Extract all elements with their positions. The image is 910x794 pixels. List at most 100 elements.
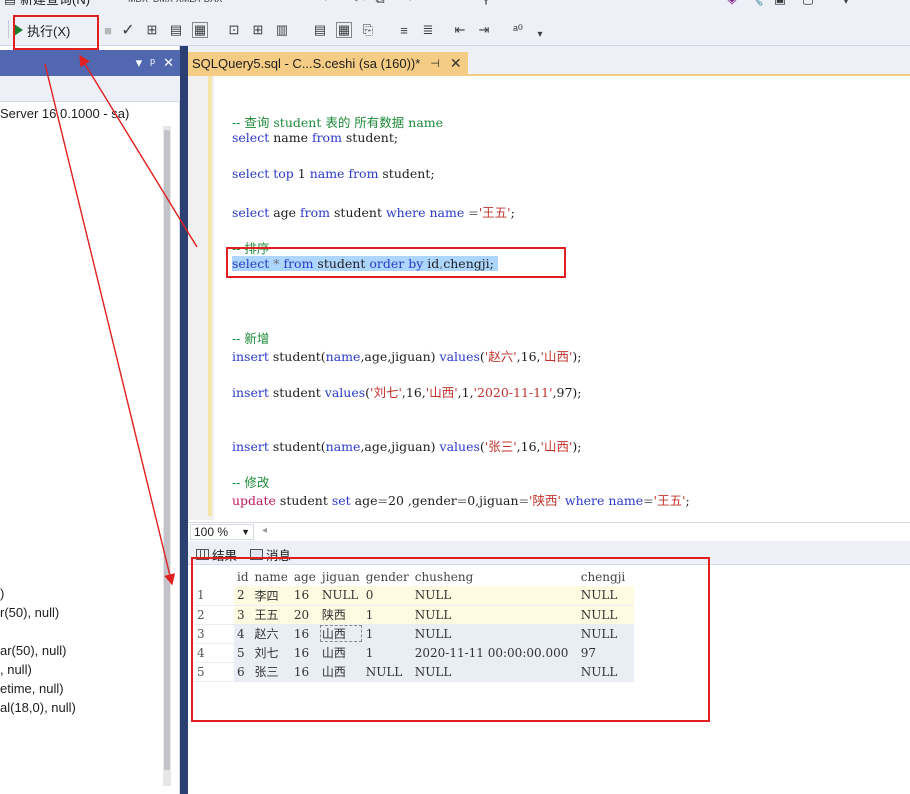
outdent-icon[interactable]: ⇤ bbox=[452, 22, 468, 38]
cut-icon[interactable]: ✂ bbox=[352, 0, 368, 7]
row-number[interactable]: 2 bbox=[194, 605, 234, 625]
code-line-selected[interactable]: select * from student order by id,chengj… bbox=[232, 256, 498, 271]
query-options-icon[interactable]: ▦ bbox=[192, 22, 208, 38]
cell-id[interactable]: 6 bbox=[234, 662, 252, 682]
cell-chusheng[interactable]: 2020-11-11 00:00:00.000 bbox=[411, 643, 578, 663]
pin-icon[interactable]: ᵖ bbox=[150, 55, 155, 71]
cell-age[interactable]: 16 bbox=[290, 662, 319, 682]
xmla-query-icon[interactable]: XMLA bbox=[176, 0, 201, 7]
cell-id[interactable]: 4 bbox=[234, 624, 252, 644]
check-icon[interactable]: ✓ bbox=[120, 22, 136, 39]
cell-gender[interactable]: 1 bbox=[362, 605, 412, 625]
row-number[interactable]: 3 bbox=[194, 624, 234, 644]
find-icon[interactable]: ⚲ bbox=[478, 0, 494, 7]
cell-id[interactable]: 5 bbox=[234, 643, 252, 663]
cell-jiguan[interactable]: 山西 bbox=[318, 662, 363, 682]
chevron-down-icon[interactable]: ▾ bbox=[136, 55, 143, 71]
cell-gender[interactable]: 1 bbox=[362, 643, 412, 663]
cell-chusheng[interactable]: NULL bbox=[411, 605, 578, 625]
parse-icon[interactable]: ⊞ bbox=[144, 22, 160, 38]
new-query-icon[interactable]: ▤ bbox=[2, 0, 18, 7]
comment-icon[interactable]: ≡ bbox=[396, 22, 412, 38]
pane-splitter[interactable] bbox=[180, 46, 188, 794]
intellisense-icon[interactable]: ⊡ bbox=[226, 22, 242, 38]
cell-chusheng[interactable]: NULL bbox=[411, 662, 578, 682]
code-line[interactable]: -- 查询 student 表的 所有数据 name bbox=[232, 112, 443, 131]
cell-name[interactable]: 赵六 bbox=[251, 624, 291, 644]
table-row[interactable]: 3 4 赵六 16 山西 1 NULL NULL bbox=[194, 624, 634, 644]
wrench-icon[interactable]: 🔧 bbox=[748, 0, 764, 7]
cell-gender[interactable]: 1 bbox=[362, 624, 412, 644]
toolbox-icon[interactable]: ▣ bbox=[772, 0, 788, 7]
row-number[interactable]: 5 bbox=[194, 662, 234, 682]
code-line[interactable]: update student set age=20 ,gender=0,jigu… bbox=[232, 490, 690, 509]
row-number[interactable]: 1 bbox=[194, 586, 234, 606]
table-row[interactable]: 2 3 王五 20 陕西 1 NULL NULL bbox=[194, 605, 634, 625]
include-plan-icon[interactable]: ⊞ bbox=[250, 22, 266, 38]
code-line[interactable]: -- 修改 bbox=[232, 472, 269, 491]
row-number[interactable]: 4 bbox=[194, 643, 234, 663]
row-number-header[interactable] bbox=[194, 567, 234, 586]
column-node[interactable]: r(50), null) bbox=[0, 605, 59, 620]
column-node[interactable]: ar(50), null) bbox=[0, 643, 66, 658]
results-to-text-icon[interactable]: ▤ bbox=[312, 22, 328, 38]
undo-icon[interactable]: ↶ bbox=[320, 0, 336, 7]
explorer-scrollbar[interactable] bbox=[163, 126, 171, 786]
mdx-query-icon[interactable]: MDX bbox=[128, 0, 148, 7]
cell-chengji[interactable]: 97 bbox=[577, 643, 634, 663]
results-to-file-icon[interactable]: ⎘ bbox=[360, 22, 376, 38]
table-row[interactable]: 4 5 刘七 16 山西 1 2020-11-11 00:00:00.000 9… bbox=[194, 643, 634, 663]
cell-chengji[interactable]: NULL bbox=[577, 624, 634, 644]
column-header[interactable]: name bbox=[251, 567, 291, 586]
column-node[interactable]: ) bbox=[0, 586, 4, 601]
code-line[interactable]: insert student(name,age,jiguan) values('… bbox=[232, 436, 581, 455]
table-row[interactable]: 1 2 李四 16 NULL 0 NULL NULL bbox=[194, 586, 634, 606]
scroll-left-icon[interactable]: ◂ bbox=[262, 525, 267, 536]
cell-jiguan[interactable]: 山西 bbox=[318, 624, 363, 644]
specify-values-icon[interactable]: ᵃ⁰ bbox=[510, 22, 526, 38]
client-stats-icon[interactable]: ▥ bbox=[274, 22, 290, 38]
cell-chengji[interactable]: NULL bbox=[577, 605, 634, 625]
cell-name[interactable]: 张三 bbox=[251, 662, 291, 682]
column-header[interactable]: id bbox=[234, 567, 252, 586]
stop-icon[interactable]: ■ bbox=[100, 22, 116, 38]
close-icon[interactable]: ✕ bbox=[163, 55, 174, 71]
indent-icon[interactable]: ⇥ bbox=[476, 22, 492, 38]
dmx-query-icon[interactable]: DMX bbox=[153, 0, 173, 7]
cell-jiguan[interactable]: 陕西 bbox=[318, 605, 363, 625]
column-header[interactable]: jiguan bbox=[318, 567, 363, 586]
code-line[interactable]: -- 新增 bbox=[232, 328, 269, 347]
column-node[interactable]: al(18,0), null) bbox=[0, 700, 76, 715]
table-row[interactable]: 5 6 张三 16 山西 NULL NULL NULL bbox=[194, 662, 634, 682]
cell-age[interactable]: 20 bbox=[290, 605, 319, 625]
dax-query-icon[interactable]: DAX bbox=[204, 0, 223, 7]
results-grid[interactable]: id name age jiguan gender chusheng cheng… bbox=[188, 565, 910, 794]
window-icon[interactable]: ▢ bbox=[800, 0, 816, 7]
code-line[interactable]: -- 排序 bbox=[232, 238, 269, 257]
new-query-button[interactable]: 新建查询(N) bbox=[20, 0, 90, 8]
cell-name[interactable]: 李四 bbox=[251, 586, 291, 606]
results-to-grid-icon[interactable]: ▦ bbox=[336, 22, 352, 38]
cell-id[interactable]: 3 bbox=[234, 605, 252, 625]
redo-icon[interactable]: ↷ bbox=[400, 0, 416, 7]
cell-jiguan[interactable]: 山西 bbox=[318, 643, 363, 663]
cell-chengji[interactable]: NULL bbox=[577, 662, 634, 682]
close-icon[interactable]: ✕ bbox=[450, 55, 462, 72]
cell-age[interactable]: 16 bbox=[290, 643, 319, 663]
cell-name[interactable]: 刘七 bbox=[251, 643, 291, 663]
column-header[interactable]: chengji bbox=[577, 567, 634, 586]
cell-chengji[interactable]: NULL bbox=[577, 586, 634, 606]
tab-sqlquery5[interactable]: SQLQuery5.sql - C...S.ceshi (sa (160))* … bbox=[188, 52, 468, 74]
cell-age[interactable]: 16 bbox=[290, 624, 319, 644]
sql-editor[interactable]: -- 查询 student 表的 所有数据 name select name f… bbox=[188, 76, 910, 520]
column-node[interactable]: etime, null) bbox=[0, 681, 64, 696]
solution-icon[interactable]: ◈ bbox=[724, 0, 740, 7]
scrollbar-thumb[interactable] bbox=[164, 130, 170, 770]
column-header[interactable]: chusheng bbox=[411, 567, 578, 586]
uncomment-icon[interactable]: ≣ bbox=[420, 22, 436, 38]
pin-icon[interactable]: ⊣ bbox=[430, 57, 440, 70]
cell-name[interactable]: 王五 bbox=[251, 605, 291, 625]
column-header[interactable]: age bbox=[290, 567, 319, 586]
code-line[interactable]: select age from student where name ='王五'… bbox=[232, 202, 515, 221]
column-header[interactable]: gender bbox=[362, 567, 412, 586]
